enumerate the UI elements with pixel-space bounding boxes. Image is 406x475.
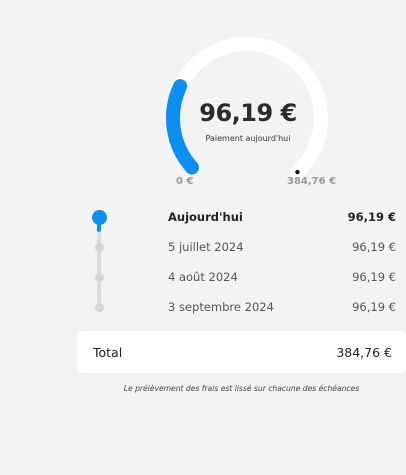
total-amount: 384,76 € <box>336 344 392 360</box>
timeline-dot-active <box>91 209 107 225</box>
fees-note: Le prélèvement des frais est lissé sur c… <box>123 384 360 393</box>
total-label: Total <box>93 344 123 360</box>
schedule-date: 5 juillet 2024 <box>168 240 244 254</box>
total-summary: Total 384,76 € <box>77 331 406 373</box>
schedule-amount: 96,19 € <box>352 270 396 284</box>
schedule-date: 3 septembre 2024 <box>168 300 274 314</box>
schedule-date: 4 août 2024 <box>168 270 238 284</box>
schedule-row: 3 septembre 2024 96,19 € <box>168 298 396 316</box>
gauge-end-dot <box>295 169 300 175</box>
schedule-row-today: Aujourd'hui 96,19 € <box>168 208 396 226</box>
schedule-amount: 96,19 € <box>352 300 396 314</box>
schedule-amount: 96,19 € <box>347 210 396 224</box>
timeline-dot-pending <box>94 242 104 252</box>
payment-gauge: 96,19 € Paiement aujourd'hui 0 € 384,76 … <box>0 0 406 200</box>
today-caption: Paiement aujourd'hui <box>205 134 291 143</box>
schedule-row: 4 août 2024 96,19 € <box>168 268 396 286</box>
timeline-dot-pending <box>94 302 104 312</box>
timeline-dot-pending <box>94 272 104 282</box>
gauge-max-label: 384,76 € <box>287 176 337 187</box>
schedule-date: Aujourd'hui <box>168 210 243 224</box>
gauge-min-label: 0 € <box>176 176 194 187</box>
schedule-row: 5 juillet 2024 96,19 € <box>168 238 396 256</box>
today-amount: 96,19 € <box>199 99 297 127</box>
schedule-amount: 96,19 € <box>352 240 396 254</box>
